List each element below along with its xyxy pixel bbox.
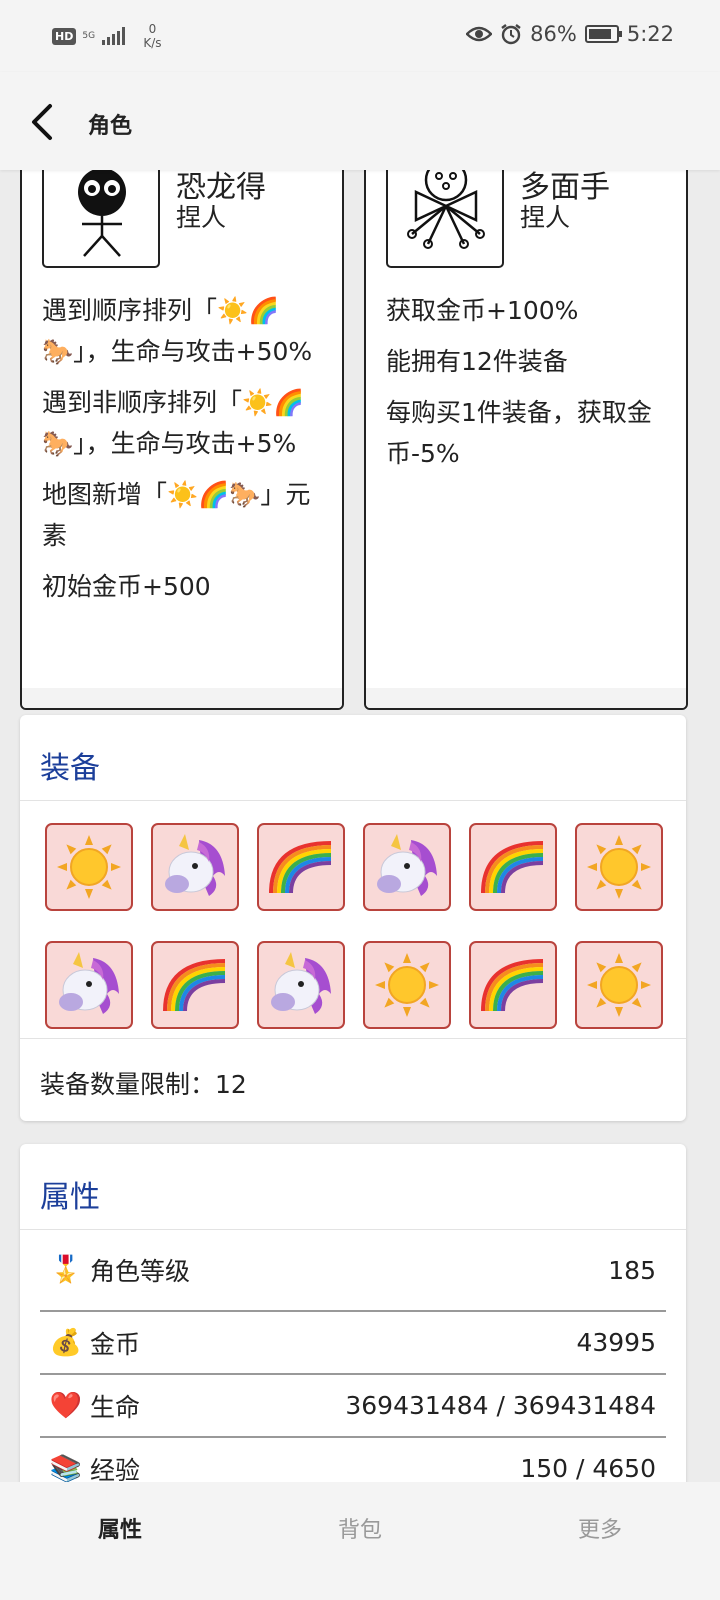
equipment-slot[interactable] (575, 823, 663, 911)
equipment-slot[interactable] (151, 940, 239, 1029)
attr-value: 369431484 / 369431484 (345, 1391, 656, 1420)
bottom-nav: 属性 背包 更多 (0, 1482, 720, 1600)
chevron-left-icon (32, 104, 52, 140)
description-line: 初始金币+500 (42, 572, 211, 601)
unicorn-icon (159, 832, 231, 902)
eye-icon (466, 25, 493, 43)
unicorn-icon (53, 950, 125, 1020)
equipment-slot[interactable] (257, 823, 345, 911)
network-speed: 0 K/s (143, 22, 162, 50)
nav-tab-backpack[interactable]: 背包 (240, 1482, 480, 1600)
rainbow-icon (159, 955, 231, 1015)
character-card-multitalent[interactable]: 多面手 捏人 获取金币+100% 能拥有12件装备 每购买1件装备，获取金币-5… (364, 150, 688, 710)
equipment-limit: 装备数量限制：12 (40, 1070, 247, 1099)
card-fade (366, 688, 686, 708)
attr-value: 185 (608, 1255, 656, 1285)
description-line: 能拥有12件装备 (386, 347, 568, 376)
equipment-grid (20, 801, 686, 1039)
equipment-panel: 装备 装备数量限制：12 (20, 715, 686, 1121)
attr-row-health: ❤️ 生命 369431484 / 369431484 (40, 1375, 666, 1438)
battery-percent: 86% (530, 22, 577, 46)
card-fade (22, 688, 342, 708)
equipment-slot[interactable] (45, 940, 133, 1029)
money-bag-icon: 💰 (49, 1327, 83, 1358)
equipment-slot[interactable] (151, 823, 239, 911)
equipment-slot[interactable] (45, 823, 133, 911)
description-line: 地图新增「☀️🌈🐎」元素 (42, 480, 311, 550)
attr-value: 43995 (576, 1328, 656, 1357)
unicorn-icon (371, 832, 443, 902)
rainbow-icon (265, 837, 337, 897)
stickman-bowtie-icon (407, 158, 485, 249)
description-line: 每购买1件装备，获取金币-5% (386, 398, 652, 468)
equipment-slot[interactable] (469, 940, 557, 1029)
status-bar: HD 5G 0 K/s 86% 5:22 (0, 0, 720, 72)
attr-label: 生命 (90, 1392, 141, 1422)
description-line: 遇到非顺序排列「☀️🌈🐎」，生命与攻击+5% (42, 388, 305, 458)
stickman-eyes-icon (78, 168, 126, 257)
sun-icon (54, 832, 124, 902)
description-line: 获取金币+100% (386, 296, 579, 325)
attr-label: 金币 (90, 1329, 141, 1359)
unicorn-icon (265, 950, 337, 1020)
equipment-slot[interactable] (363, 940, 451, 1029)
equipment-slot[interactable] (575, 940, 663, 1029)
equipment-slot[interactable] (363, 823, 451, 911)
battery-icon (584, 25, 622, 43)
nav-tab-attributes[interactable]: 属性 (0, 1482, 240, 1600)
sun-icon (372, 950, 442, 1020)
attributes-panel: 属性 🎖️ 角色等级 185 💰 金币 43995 ❤️ 生命 36943148… (20, 1144, 686, 1504)
medal-icon: 🎖️ (49, 1255, 83, 1285)
attr-row-level: 🎖️ 角色等级 185 (40, 1230, 666, 1312)
alarm-icon (500, 23, 522, 45)
attr-value: 150 / 4650 (520, 1454, 656, 1483)
description-line: 遇到顺序排列「☀️🌈🐎」，生命与攻击+50% (42, 296, 313, 366)
equipment-slot[interactable] (469, 823, 557, 911)
page-title: 角色 (88, 114, 133, 139)
nav-tab-more[interactable]: 更多 (480, 1482, 720, 1600)
sun-icon (584, 950, 654, 1020)
attributes-title: 属性 (20, 1144, 686, 1230)
character-description: 遇到顺序排列「☀️🌈🐎」，生命与攻击+50% 遇到非顺序排列「☀️🌈🐎」，生命与… (42, 290, 322, 617)
attributes-list: 🎖️ 角色等级 185 💰 金币 43995 ❤️ 生命 369431484 /… (20, 1230, 686, 1501)
rainbow-icon (477, 837, 549, 897)
back-button[interactable] (26, 102, 62, 142)
hd-badge: HD (52, 27, 77, 45)
character-role: 捏人 (520, 203, 571, 232)
clock-time: 5:22 (626, 22, 674, 46)
character-role: 捏人 (176, 203, 227, 232)
app-header: 角色 (0, 72, 720, 170)
equipment-title: 装备 (20, 715, 686, 801)
character-description: 获取金币+100% 能拥有12件装备 每购买1件装备，获取金币-5% (386, 290, 666, 484)
attr-row-gold: 💰 金币 43995 (40, 1312, 666, 1375)
attr-label: 角色等级 (90, 1257, 191, 1286)
equipment-slot[interactable] (257, 940, 345, 1029)
heart-icon: ❤️ (49, 1390, 83, 1421)
network-type: 5G (82, 30, 96, 41)
signal-icon (102, 27, 126, 45)
rainbow-icon (477, 955, 549, 1015)
sun-icon (584, 832, 654, 902)
character-card-dinosaur[interactable]: 恐龙得 捏人 遇到顺序排列「☀️🌈🐎」，生命与攻击+50% 遇到非顺序排列「☀️… (20, 150, 344, 710)
books-icon: 📚 (49, 1453, 83, 1484)
